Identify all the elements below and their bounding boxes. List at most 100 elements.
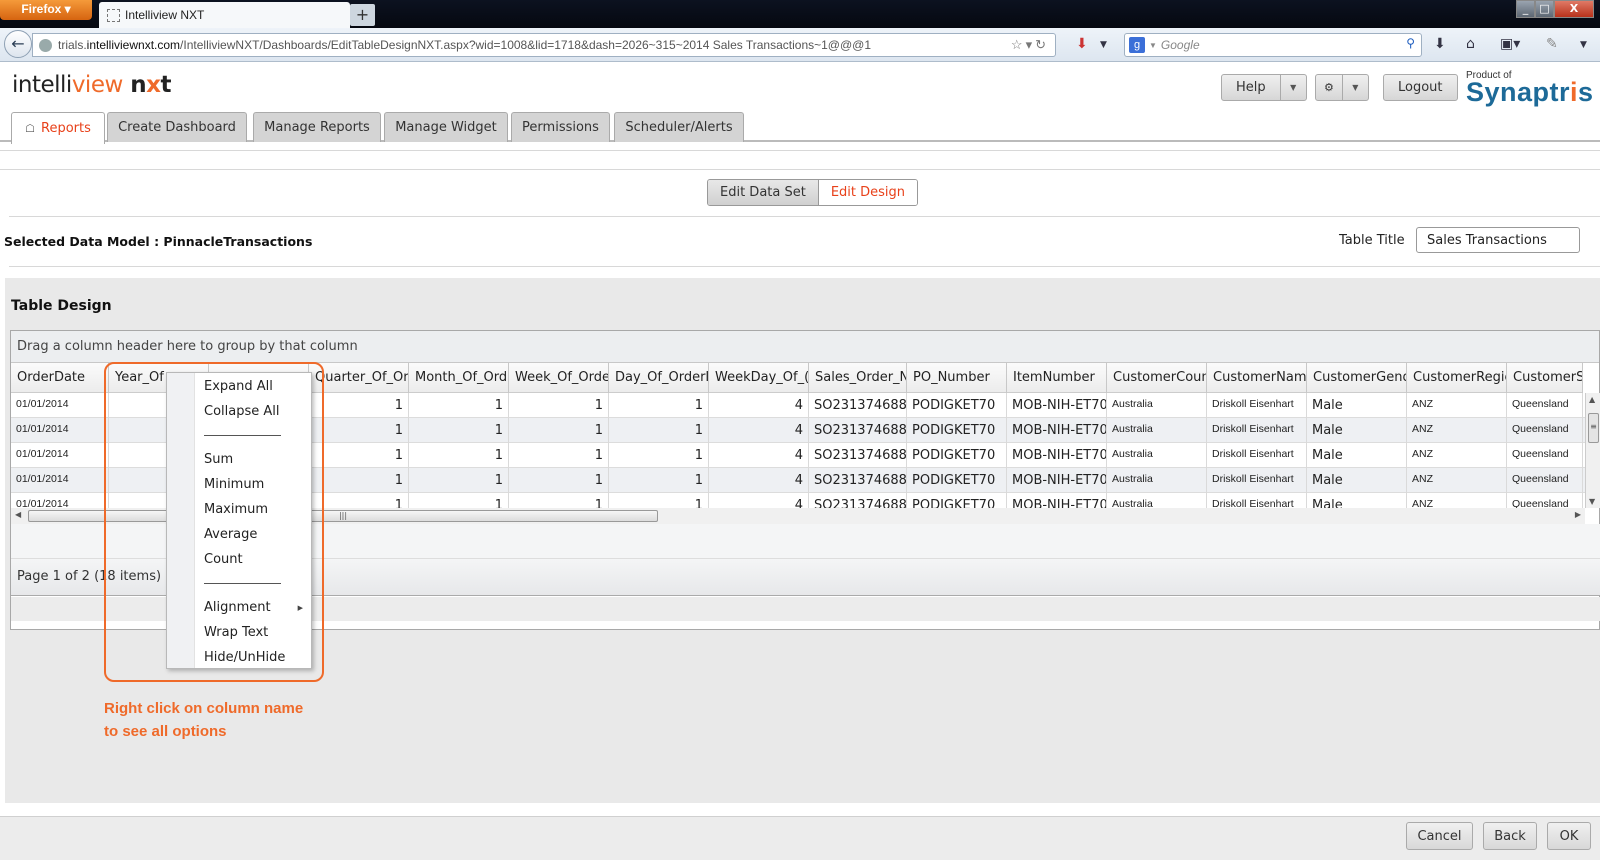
- home-icon[interactable]: ⌂: [1466, 36, 1475, 52]
- column-header[interactable]: Month_Of_Ord: [409, 363, 509, 393]
- page-icon: [107, 8, 120, 22]
- chevron-down-icon: ▼: [1149, 40, 1157, 50]
- chevron-down-icon[interactable]: ▼: [1100, 40, 1107, 50]
- help-button[interactable]: Help ▼: [1221, 74, 1307, 101]
- tab-reports[interactable]: ☖ Reports: [11, 112, 105, 144]
- bookmarks-icon[interactable]: ▣▾: [1500, 36, 1520, 52]
- table-cell: ANZ: [1407, 418, 1507, 443]
- main-tabs: ☖ Reports Create Dashboard Manage Report…: [0, 112, 1600, 144]
- table-cell: 4: [709, 443, 809, 468]
- column-header[interactable]: ItemNumber: [1007, 363, 1107, 393]
- close-button[interactable]: X: [1554, 0, 1594, 18]
- table-cell: MOB-NIH-ET70: [1007, 493, 1107, 508]
- back-button[interactable]: Back: [1483, 822, 1537, 850]
- column-header[interactable]: CustomerName: [1207, 363, 1307, 393]
- column-header[interactable]: Sales_Order_N: [809, 363, 907, 393]
- chevron-down-icon[interactable]: ▼: [1279, 75, 1306, 100]
- table-cell: Australia: [1107, 443, 1207, 468]
- table-title-input[interactable]: [1416, 227, 1580, 253]
- column-header[interactable]: OrderDate: [11, 363, 109, 393]
- menu-item-wrap-text[interactable]: Wrap Text: [204, 625, 268, 640]
- edit-data-set-button[interactable]: Edit Data Set: [708, 180, 819, 205]
- menu-item-collapse-all[interactable]: Collapse All: [204, 404, 280, 419]
- globe-icon: [39, 38, 52, 52]
- menu-item-expand-all[interactable]: Expand All: [204, 379, 273, 394]
- url-domain: intelliviewnxt.com: [86, 38, 181, 52]
- scroll-up-icon[interactable]: ▲: [1589, 395, 1595, 404]
- table-cell: 01/01/2014: [11, 493, 109, 508]
- addon-icon[interactable]: ⬇: [1076, 36, 1088, 52]
- back-arrow-icon[interactable]: ←: [4, 30, 32, 58]
- divider: [0, 169, 1600, 170]
- column-header[interactable]: CustomerCoun: [1107, 363, 1207, 393]
- search-bar[interactable]: g ▼ Google ⚲: [1124, 33, 1422, 57]
- search-icon[interactable]: ⚲: [1406, 36, 1415, 50]
- column-header[interactable]: Week_Of_Orde: [509, 363, 609, 393]
- table-cell: 01/01/2014: [11, 443, 109, 468]
- table-cell: SO231374688: [809, 443, 907, 468]
- url-bar[interactable]: trials. intelliviewnxt.com/IntelliviewNXT…: [32, 33, 1056, 57]
- new-tab-button[interactable]: +: [350, 4, 375, 26]
- table-cell: 1: [409, 468, 509, 493]
- minimize-button[interactable]: _: [1516, 0, 1535, 18]
- panel-title: Table Design: [11, 298, 112, 314]
- google-icon: g: [1129, 37, 1145, 53]
- table-cell: 01/01/2014: [11, 418, 109, 443]
- column-header[interactable]: CustomerSt: [1507, 363, 1583, 393]
- logout-button[interactable]: Logout: [1383, 74, 1458, 101]
- vertical-scrollbar[interactable]: ▲ ≡ ▼: [1585, 393, 1600, 508]
- mode-toggle: Edit Data Set Edit Design: [707, 179, 919, 206]
- scroll-thumb[interactable]: ≡: [1588, 413, 1599, 443]
- column-header[interactable]: Day_Of_OrderI: [609, 363, 709, 393]
- table-cell: 01/01/2014: [11, 468, 109, 493]
- table-cell: ANZ: [1407, 393, 1507, 418]
- chevron-down-icon[interactable]: ▼: [1580, 40, 1587, 50]
- bookmark-star-icon[interactable]: ☆▾↻: [1011, 37, 1049, 53]
- firefox-menu-button[interactable]: Firefox ▾: [0, 0, 92, 20]
- menu-item-average[interactable]: Average: [204, 527, 257, 542]
- edit-design-button[interactable]: Edit Design: [818, 180, 918, 205]
- column-header[interactable]: CustomerGend: [1307, 363, 1407, 393]
- maximize-button[interactable]: □: [1535, 0, 1554, 18]
- download-icon[interactable]: ⬇: [1434, 36, 1446, 52]
- column-header[interactable]: CustomerRegic: [1407, 363, 1507, 393]
- menu-item-count[interactable]: Count: [204, 552, 243, 567]
- tab-manage-reports[interactable]: Manage Reports: [253, 112, 381, 142]
- tab-scheduler-alerts[interactable]: Scheduler/Alerts: [614, 112, 744, 142]
- chevron-down-icon[interactable]: ▼: [1341, 75, 1368, 100]
- table-cell: Driskoll Eisenhart: [1207, 468, 1307, 493]
- url-prefix: trials.: [58, 38, 87, 52]
- browser-navbar: ← trials. intelliviewnxt.com/IntelliviewN…: [0, 28, 1600, 62]
- column-header[interactable]: WeekDay_Of_(: [709, 363, 809, 393]
- table-cell: 1: [309, 443, 409, 468]
- window-controls: _ □ X: [1516, 0, 1594, 18]
- extension-icon[interactable]: ✎: [1546, 36, 1558, 52]
- menu-item-hide-unhide[interactable]: Hide/UnHide: [204, 650, 285, 665]
- column-header[interactable]: Quarter_Of_Or: [309, 363, 409, 393]
- browser-tab[interactable]: Intelliview NXT: [99, 2, 350, 28]
- cancel-button[interactable]: Cancel: [1406, 822, 1473, 850]
- menu-item-minimum[interactable]: Minimum: [204, 477, 264, 492]
- tab-permissions[interactable]: Permissions: [511, 112, 610, 142]
- table-cell: Driskoll Eisenhart: [1207, 443, 1307, 468]
- menu-item-sum[interactable]: Sum: [204, 452, 233, 467]
- scroll-down-icon[interactable]: ▼: [1589, 497, 1595, 506]
- tab-manage-widget[interactable]: Manage Widget: [384, 112, 508, 142]
- menu-item-maximum[interactable]: Maximum: [204, 502, 268, 517]
- group-by-area[interactable]: Drag a column header here to group by th…: [11, 331, 1599, 363]
- settings-button[interactable]: ⚙ ▼: [1315, 74, 1369, 101]
- table-cell: SO231374688: [809, 418, 907, 443]
- ok-button[interactable]: OK: [1547, 822, 1591, 850]
- table-cell: Queensland: [1507, 393, 1583, 418]
- table-cell: 1: [509, 468, 609, 493]
- table-cell: PODIGKET70: [907, 418, 1007, 443]
- menu-item-alignment[interactable]: Alignment: [204, 600, 271, 615]
- scroll-left-icon[interactable]: ◀: [15, 510, 21, 519]
- column-context-menu: Expand All Collapse All Sum Minimum Maxi…: [166, 372, 312, 669]
- column-header[interactable]: PO_Number: [907, 363, 1007, 393]
- table-cell: Australia: [1107, 418, 1207, 443]
- table-cell: Male: [1307, 493, 1407, 508]
- scroll-right-icon[interactable]: ▶: [1575, 510, 1581, 519]
- submenu-arrow-icon: ▶: [297, 604, 303, 612]
- tab-create-dashboard[interactable]: Create Dashboard: [107, 112, 247, 142]
